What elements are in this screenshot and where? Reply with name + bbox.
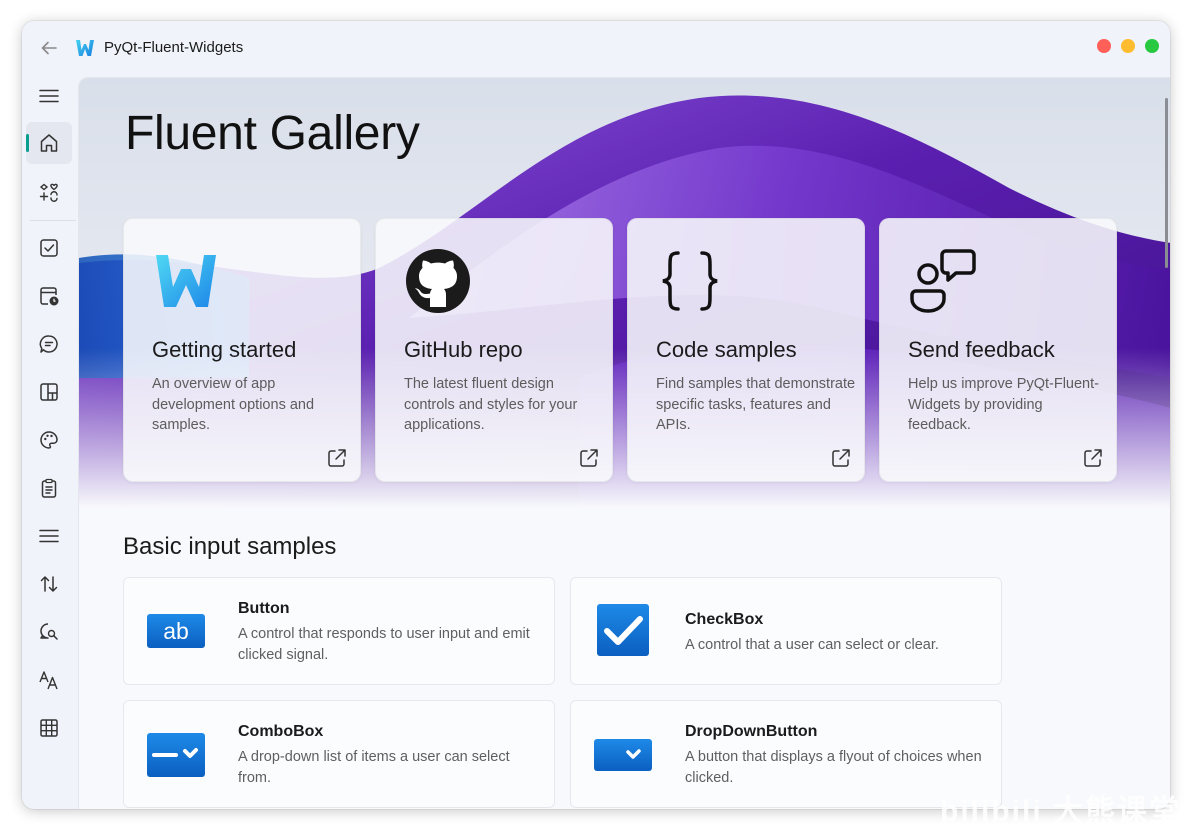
feedback-icon <box>910 249 976 313</box>
card-description: An overview of app development options a… <box>152 376 315 433</box>
section-title: Basic input samples <box>123 533 337 560</box>
sample-text: CheckBox A control that a user can selec… <box>685 611 985 656</box>
link-card-code-samples[interactable]: Code samples Find samples that demonstra… <box>627 218 865 482</box>
nav-item-material[interactable] <box>26 419 72 461</box>
card-title: Getting started <box>152 337 297 362</box>
home-icon <box>40 134 58 152</box>
nav-active-indicator <box>26 134 29 152</box>
text-font-icon <box>39 671 58 690</box>
card-title: GitHub repo <box>404 337 523 362</box>
hamburger-menu-icon <box>39 89 59 103</box>
nav-item-basic-input[interactable] <box>26 227 72 269</box>
sample-text: DropDownButton A button that displays a … <box>685 723 985 788</box>
card-description: Help us improve PyQt-Fluent-Widgets by p… <box>908 376 1099 433</box>
palette-icon <box>40 431 58 449</box>
nav-item-menu-list[interactable] <box>26 467 72 509</box>
page-title: Fluent Gallery <box>125 107 420 160</box>
sample-title: DropDownButton <box>685 723 818 740</box>
nav-item-date-time[interactable] <box>26 275 72 317</box>
vertical-scrollbar[interactable] <box>1165 98 1168 268</box>
button-ab-icon-text: ab <box>163 618 189 644</box>
combobox-icon <box>147 733 205 777</box>
sample-description: A control that a user can select or clea… <box>685 637 939 653</box>
nav-item-navigation[interactable] <box>26 515 72 557</box>
sample-text: ComboBox A drop-down list of items a use… <box>238 723 538 788</box>
list-icon <box>39 529 59 543</box>
nav-item-home[interactable] <box>26 122 72 164</box>
fluent-logo-icon <box>156 255 216 307</box>
title-bar: PyQt-Fluent-Widgets <box>22 21 1170 75</box>
open-external-icon <box>832 449 850 467</box>
card-description: Find samples that demonstrate specific t… <box>656 376 856 433</box>
code-braces-icon <box>662 251 718 311</box>
checkbox-icon <box>40 239 58 257</box>
nav-item-layout[interactable] <box>26 371 72 413</box>
sample-card-combobox[interactable]: ComboBox A drop-down list of items a use… <box>123 700 555 808</box>
link-card-send-feedback[interactable]: Send feedback Help us improve PyQt-Fluen… <box>879 218 1117 482</box>
sample-text: Button A control that responds to user i… <box>238 600 538 665</box>
nav-item-scroll[interactable] <box>26 563 72 605</box>
checkbox-check-icon <box>597 604 649 656</box>
arrow-left-icon <box>41 41 57 55</box>
watermark-text: bilibili 大熊课堂 <box>940 795 1181 828</box>
sample-card-dropdownbutton[interactable]: DropDownButton A button that displays a … <box>570 700 1002 808</box>
main-content: Fluent Gallery Getting started An overvi… <box>78 77 1170 809</box>
sample-description: A button that displays a flyout of choic… <box>685 749 982 786</box>
sample-title: ComboBox <box>238 723 324 740</box>
grid-icon <box>40 719 58 737</box>
nav-item-view[interactable] <box>26 707 72 749</box>
button-ab-icon: ab <box>147 614 205 648</box>
link-card-github-repo[interactable]: GitHub repo The latest fluent design con… <box>375 218 613 482</box>
nav-item-status-info[interactable] <box>26 611 72 653</box>
github-icon <box>406 249 470 313</box>
open-external-icon <box>580 449 598 467</box>
close-window-button[interactable] <box>1097 39 1111 53</box>
link-card-getting-started[interactable]: Getting started An overview of app devel… <box>123 218 361 482</box>
sample-title: Button <box>238 600 290 617</box>
app-window: PyQt-Fluent-Widgets Fluent Gallery Getti… <box>22 21 1170 809</box>
minimize-window-button[interactable] <box>1121 39 1135 53</box>
open-external-icon <box>1084 449 1102 467</box>
nav-item-dialog[interactable] <box>26 323 72 365</box>
navigation-sidebar <box>22 75 78 809</box>
calendar-clock-icon <box>40 287 59 306</box>
sample-card-button[interactable]: ab Button A control that responds to use… <box>123 577 555 685</box>
app-logo-icon <box>76 40 94 56</box>
card-title: Code samples <box>656 337 797 362</box>
icon-gallery-icon <box>39 183 58 202</box>
nav-menu-toggle[interactable] <box>26 75 72 117</box>
sample-card-checkbox[interactable]: CheckBox A control that a user can selec… <box>570 577 1002 685</box>
nav-item-text[interactable] <box>26 659 72 701</box>
back-button[interactable] <box>36 35 62 61</box>
nav-item-icons[interactable] <box>26 171 72 213</box>
clipboard-icon <box>41 478 57 498</box>
sample-description: A drop-down list of items a user can sel… <box>238 749 510 786</box>
card-description: The latest fluent design controls and st… <box>404 376 578 433</box>
sample-title: CheckBox <box>685 611 764 628</box>
card-title: Send feedback <box>908 337 1055 362</box>
chat-search-icon <box>40 623 58 640</box>
sort-arrows-icon <box>40 576 58 592</box>
maximize-window-button[interactable] <box>1145 39 1159 53</box>
chat-bubble-icon <box>39 335 58 353</box>
layout-icon <box>40 383 58 401</box>
open-external-icon <box>328 449 346 467</box>
dropdown-button-icon <box>594 739 652 771</box>
nav-separator <box>30 220 76 221</box>
sample-description: A control that responds to user input an… <box>238 626 530 663</box>
window-title: PyQt-Fluent-Widgets <box>104 39 244 56</box>
